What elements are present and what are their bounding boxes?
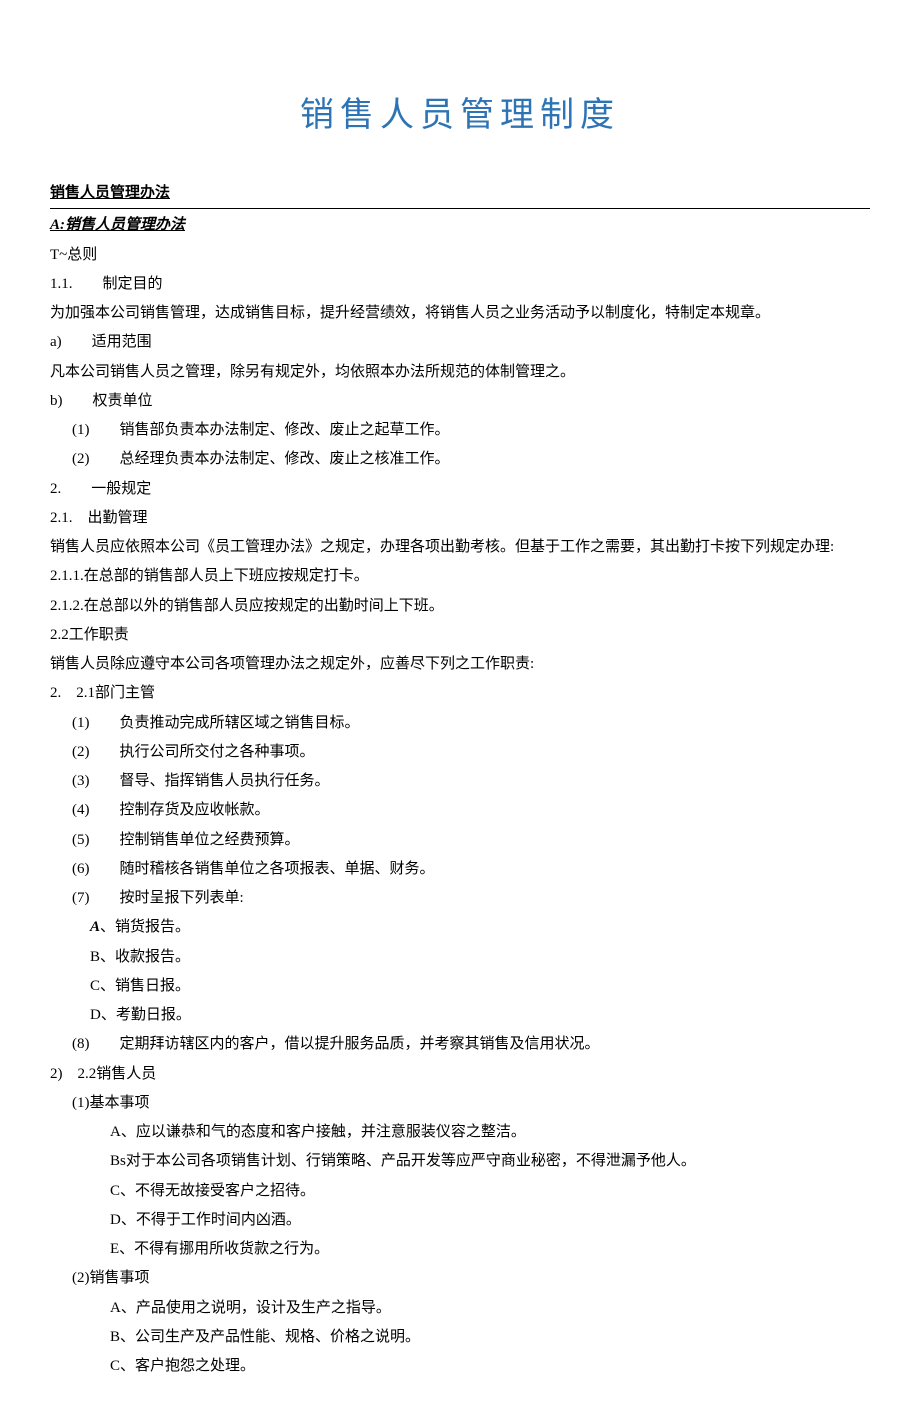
section-2: 2. 一般规定 [50,475,870,504]
duty-5: (5) 控制销售单位之经费预算。 [50,826,870,855]
section-2-1: 2.1. 出勤管理 [50,504,870,533]
sales-b: B、公司生产及产品性能、规格、价格之说明。 [50,1323,870,1352]
sales-a: A、产品使用之说明，设计及生产之指导。 [50,1294,870,1323]
para-duties: 销售人员除应遵守本公司各项管理办法之规定外，应善尽下列之工作职责: [50,650,870,679]
duty-6: (6) 随时稽核各销售单位之各项报表、单据、财务。 [50,855,870,884]
duty-4: (4) 控制存货及应收帐款。 [50,796,870,825]
section-general: T~总则 [50,241,870,270]
item-b2: (2) 总经理负责本办法制定、修改、废止之核准工作。 [50,445,870,474]
heading-2: A:销售人员管理办法 [50,217,185,233]
duty-8: (8) 定期拜访辖区内的客户，借以提升服务品质，并考察其销售及信用状况。 [50,1030,870,1059]
basic-c: C、不得无故接受客户之招待。 [50,1177,870,1206]
duty-7b: B、收款报告。 [50,943,870,972]
section-2-1-2: 2.1.2.在总部以外的销售部人员应按规定的出勤时间上下班。 [50,592,870,621]
sales-items: (2)销售事项 [50,1264,870,1293]
basic-b: Bs对于本公司各项销售计划、行销策略、产品开发等应严守商业秘密，不得泄漏予他人。 [50,1147,870,1176]
document-title: 销售人员管理制度 [50,83,870,149]
para-purpose: 为加强本公司销售管理，达成销售目标，提升经营绩效，将销售人员之业务活动予以制度化… [50,299,870,328]
sales-c: C、客户抱怨之处理。 [50,1352,870,1381]
duty-7d: D、考勤日报。 [50,1001,870,1030]
basic-items: (1)基本事项 [50,1089,870,1118]
section-2-1-1: 2.1.1.在总部的销售部人员上下班应按规定打卡。 [50,562,870,591]
section-2-2-1: 2. 2.1部门主管 [50,679,870,708]
para-scope: 凡本公司销售人员之管理，除另有规定外，均依照本办法所规范的体制管理之。 [50,358,870,387]
duty-7a-text: 、销货报告。 [100,919,190,935]
heading-1: 销售人员管理办法 [50,185,170,201]
section-2-2: 2.2工作职责 [50,621,870,650]
section-a: a) 适用范围 [50,328,870,357]
item-b1: (1) 销售部负责本办法制定、修改、废止之起草工作。 [50,416,870,445]
duty-7c: C、销售日报。 [50,972,870,1001]
para-attendance: 销售人员应依照本公司《员工管理办法》之规定，办理各项出勤考核。但基于工作之需要，… [50,533,870,562]
section-1-1: 1.1. 制定目的 [50,270,870,299]
basic-a: A、应以谦恭和气的态度和客户接触，并注意服装仪容之整洁。 [50,1118,870,1147]
duty-7a-prefix: A [90,919,100,935]
duty-7a: A、销货报告。 [50,913,870,942]
basic-d: D、不得于工作时间内凶酒。 [50,1206,870,1235]
section-2-2-2: 2) 2.2销售人员 [50,1060,870,1089]
section-b: b) 权责单位 [50,387,870,416]
basic-e: E、不得有挪用所收货款之行为。 [50,1235,870,1264]
duty-1: (1) 负责推动完成所辖区域之销售目标。 [50,709,870,738]
duty-7: (7) 按时呈报下列表单: [50,884,870,913]
duty-3: (3) 督导、指挥销售人员执行任务。 [50,767,870,796]
duty-2: (2) 执行公司所交付之各种事项。 [50,738,870,767]
